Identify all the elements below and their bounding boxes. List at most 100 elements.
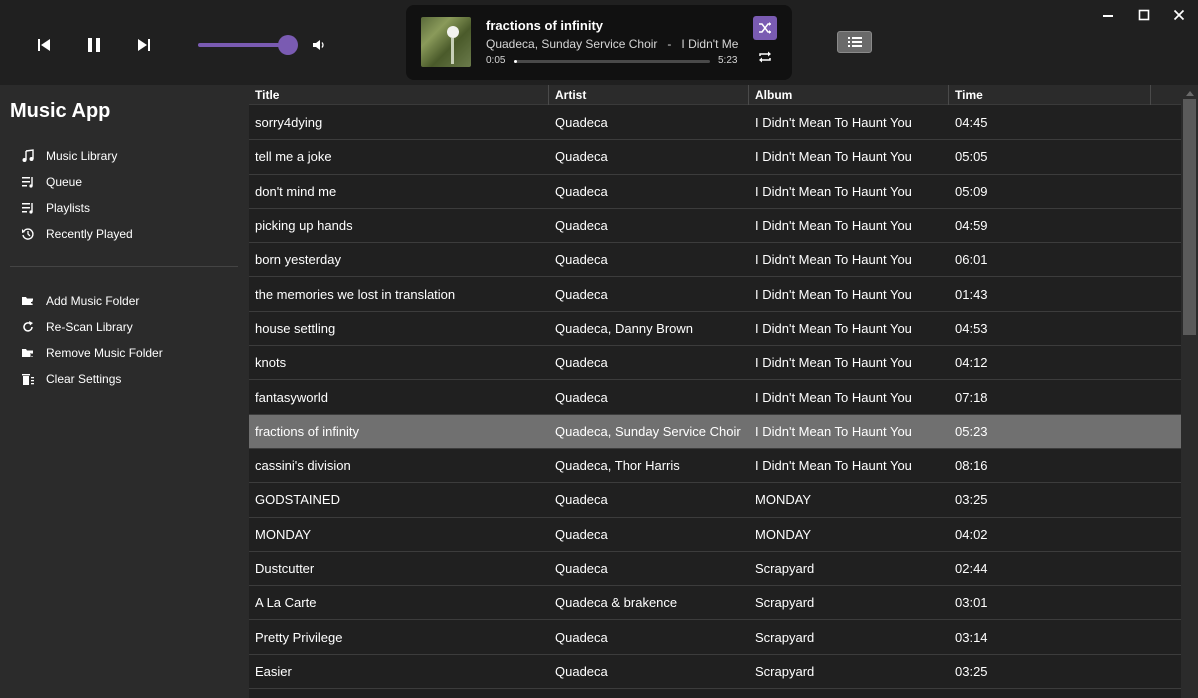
scroll-up-arrow[interactable] [1181, 87, 1198, 99]
scrollbar-thumb[interactable] [1183, 99, 1196, 335]
music-note-icon [20, 148, 36, 164]
cell-album: Scrapyard [755, 561, 815, 576]
minimize-button[interactable] [1099, 6, 1117, 24]
cell-artist: Quadeca, Danny Brown [555, 320, 694, 336]
pause-icon [88, 38, 100, 52]
cell-album: I Didn't Mean To Haunt You [755, 389, 912, 405]
cell-title: Easier [255, 663, 292, 679]
column-header-title[interactable]: Title [249, 85, 549, 105]
table-row[interactable]: knots Quadeca I Didn't Mean To Haunt You 04… [249, 346, 1181, 381]
cell-album: I Didn't Mean To Haunt You [755, 252, 912, 268]
folder-add-icon [20, 293, 36, 309]
cell-title: A La Carte [255, 595, 317, 611]
cell-artist: Quadeca [555, 286, 608, 302]
table-row[interactable]: sorry4dying Quadeca I Didn't Mean To Haunt… [249, 106, 1181, 141]
table-row[interactable]: Pretty Privilege Quadeca Scrapyard 03:14 [249, 620, 1181, 655]
cell-artist: Quadeca & brakence [555, 595, 678, 611]
cell-artist: Quadeca, Sunday Service Choir [555, 423, 741, 439]
table-row[interactable]: fractions of infinity Quadeca, Sunday Ser… [249, 414, 1181, 449]
table-row[interactable]: fantasyworld Quadeca I Didn't Mean To Haun… [249, 380, 1181, 415]
queue-toggle-button[interactable] [837, 31, 872, 53]
cell-time: 03:25 [955, 492, 988, 508]
volume-slider-track[interactable] [198, 43, 288, 47]
player-bar: fractions of infinity Quadeca, Sunday Se… [0, 0, 1198, 85]
sidebar-item-queue[interactable]: Queue [20, 172, 82, 192]
skip-next-icon [138, 39, 150, 51]
cell-time: 05:05 [955, 149, 988, 165]
pause-button[interactable] [84, 35, 104, 55]
sidebar-item-clear-settings[interactable]: Clear Settings [20, 369, 121, 389]
table-row[interactable]: born yesterday Quadeca I Didn't Mean To Ha… [249, 243, 1181, 278]
cell-artist: Quadeca [555, 183, 608, 199]
sidebar-item-label: Queue [46, 175, 83, 189]
table-row[interactable]: A La Carte Quadeca & brakence Scrapyard 03:… [249, 586, 1181, 621]
seek-bar[interactable] [514, 60, 710, 63]
cell-time: 02:44 [955, 561, 988, 576]
sidebar: Music App Music Library Queue Playlists … [0, 85, 249, 698]
now-playing-card: fractions of infinity Quadeca, Sunday Se… [406, 5, 792, 80]
table-row[interactable]: Easier Quadeca Scrapyard 03:25 [249, 655, 1181, 690]
table-row[interactable]: tell me a joke Quadeca I Didn't Mean To Ha… [249, 140, 1181, 175]
cell-title: house settling [255, 320, 336, 336]
cell-title: don't mind me [255, 183, 337, 199]
cell-time: 04:53 [955, 320, 988, 336]
refresh-icon [20, 319, 36, 335]
now-playing-title: fractions of infinity [486, 18, 603, 33]
trash-icon [20, 371, 36, 387]
cell-album: I Didn't Mean To Haunt You [755, 458, 912, 474]
table-row[interactable]: house settling Quadeca, Danny Brown I Didn… [249, 312, 1181, 347]
close-button[interactable] [1170, 6, 1188, 24]
cell-time: 01:43 [955, 286, 988, 302]
total-time: 5:23 [718, 55, 738, 66]
cell-title: fractions of infinity [255, 423, 360, 439]
cell-artist: Quadeca [555, 526, 608, 542]
sidebar-item-recently-played[interactable]: Recently Played [20, 224, 133, 244]
previous-button[interactable] [34, 35, 54, 55]
sidebar-item-rescan-library[interactable]: Re-Scan Library [20, 317, 133, 337]
cell-album: Scrapyard [755, 629, 815, 645]
cell-artist: Quadeca [555, 115, 608, 131]
cell-time: 03:01 [955, 595, 988, 611]
sidebar-item-label: Clear Settings [46, 372, 122, 386]
maximize-button[interactable] [1135, 6, 1153, 24]
cell-artist: Quadeca [555, 355, 608, 371]
table-row[interactable]: don't mind me Quadeca I Didn't Mean To Hau… [249, 175, 1181, 209]
cell-time: 04:12 [955, 355, 988, 371]
shuffle-button[interactable] [753, 16, 777, 40]
sidebar-item-playlists[interactable]: Playlists [20, 198, 90, 218]
cell-artist: Quadeca [555, 663, 608, 679]
table-row[interactable]: Dustcutter Quadeca Scrapyard 02:44 [249, 552, 1181, 587]
column-header-artist[interactable]: Artist [549, 85, 749, 105]
sidebar-item-add-music-folder[interactable]: Add Music Folder [20, 291, 139, 311]
repeat-button[interactable] [756, 48, 774, 66]
chevron-up-icon [1185, 91, 1194, 96]
now-playing-subtitle: Quadeca, Sunday Service Choir - I Didn't… [486, 37, 738, 51]
shuffle-icon [759, 22, 771, 34]
cell-time: 04:02 [955, 526, 988, 542]
seek-bar-fill [514, 60, 517, 63]
table-body: sorry4dying Quadeca I Didn't Mean To Haunt… [249, 106, 1181, 690]
table-row[interactable]: picking up hands Quadeca I Didn't Mean To … [249, 209, 1181, 244]
table-row[interactable]: the memories we lost in translation Quade… [249, 277, 1181, 312]
table-row[interactable]: MONDAY Quadeca MONDAY 04:02 [249, 518, 1181, 552]
table-row[interactable]: cassini's division Quadeca, Thor Harris I … [249, 449, 1181, 484]
cell-title: knots [255, 355, 287, 371]
cell-time: 06:01 [955, 252, 988, 268]
table-scrollbar[interactable] [1181, 85, 1198, 698]
volume-slider-thumb[interactable] [278, 35, 298, 55]
sidebar-item-remove-music-folder[interactable]: Remove Music Folder [20, 343, 163, 363]
column-header-album[interactable]: Album [749, 85, 949, 105]
cell-artist: Quadeca [555, 389, 608, 405]
cell-album: MONDAY [755, 492, 812, 508]
sidebar-item-music-library[interactable]: Music Library [20, 146, 117, 166]
column-header-time[interactable]: Time [949, 85, 1151, 105]
next-button[interactable] [134, 35, 154, 55]
cell-title: cassini's division [255, 458, 351, 474]
cell-artist: Quadeca [555, 561, 608, 576]
list-icon [847, 37, 862, 47]
cell-artist: Quadeca [555, 629, 608, 645]
volume-icon[interactable] [311, 37, 327, 53]
table-row[interactable]: GODSTAINED Quadeca MONDAY 03:25 [249, 483, 1181, 518]
cell-album: Scrapyard [755, 595, 815, 611]
sidebar-item-label: Re-Scan Library [46, 320, 133, 334]
